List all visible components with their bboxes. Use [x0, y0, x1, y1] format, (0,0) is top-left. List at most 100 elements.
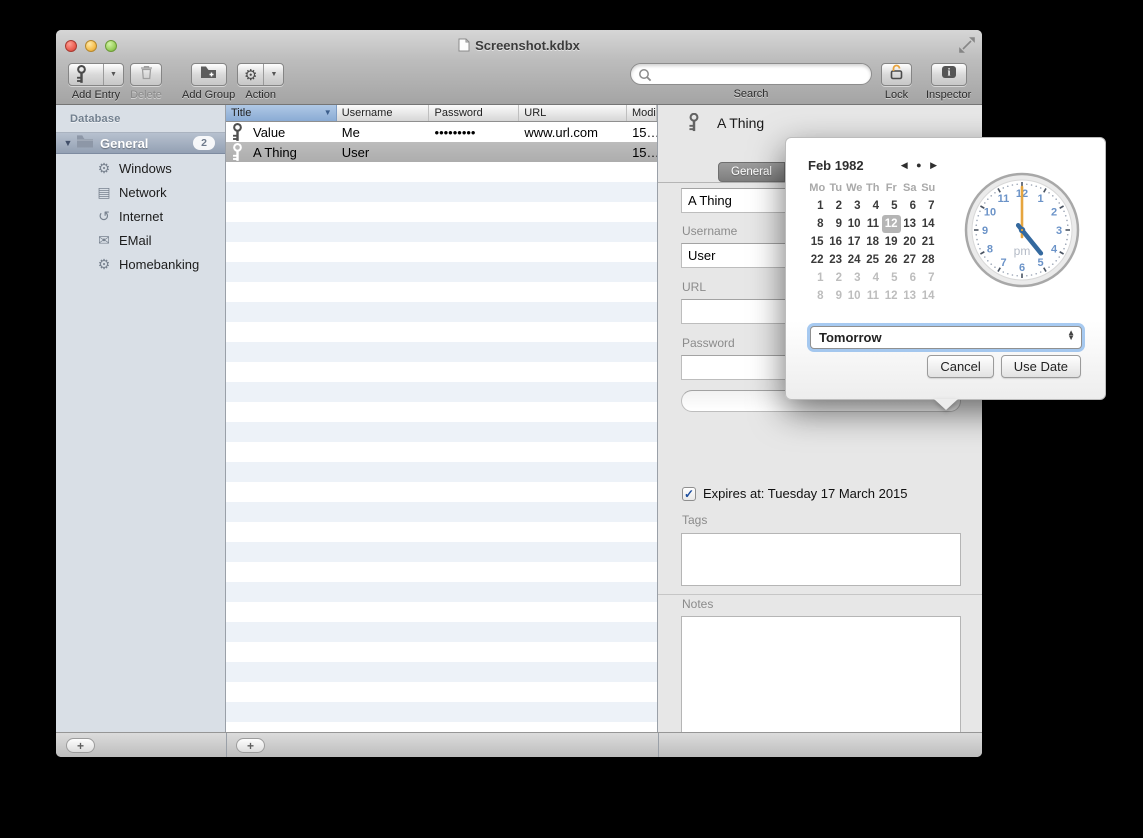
chevron-down-icon[interactable]: ▼: [263, 64, 283, 85]
cell-modified: 15…: [627, 125, 657, 140]
calendar-day[interactable]: 20: [901, 233, 920, 251]
sidebar-item-homebanking[interactable]: ⚙Homebanking: [56, 252, 225, 276]
expires-checkbox[interactable]: ✓: [682, 487, 696, 501]
add-group-label: Add Group: [182, 89, 235, 101]
key-icon: [231, 123, 244, 142]
action-button[interactable]: ⚙ ▼: [237, 63, 284, 86]
calendar-day[interactable]: 11: [864, 215, 883, 233]
calendar-day[interactable]: 26: [882, 251, 901, 269]
calendar-day[interactable]: 4: [864, 269, 883, 287]
fullscreen-icon[interactable]: [958, 36, 976, 54]
calendar-day[interactable]: 9: [827, 287, 846, 305]
delete-label: Delete: [130, 89, 162, 101]
calendar-day[interactable]: 13: [901, 215, 920, 233]
calendar-day[interactable]: 25: [864, 251, 883, 269]
calendar-day[interactable]: 8: [808, 287, 827, 305]
disclosure-triangle-icon[interactable]: ▼: [60, 138, 76, 148]
column-header-username[interactable]: Username: [337, 105, 430, 121]
calendar-day[interactable]: 10: [845, 215, 864, 233]
add-entry-group: ▼ Add Entry: [68, 63, 124, 101]
calendar-day-header: Su: [919, 179, 938, 197]
calendar-day[interactable]: 7: [919, 197, 938, 215]
calendar-day[interactable]: 3: [845, 269, 864, 287]
tags-input[interactable]: [681, 533, 961, 586]
calendar-day[interactable]: 3: [845, 197, 864, 215]
calendar-day-selected[interactable]: 12: [882, 215, 901, 233]
divider: [658, 733, 659, 757]
calendar-day[interactable]: 18: [864, 233, 883, 251]
calendar-day[interactable]: 28: [919, 251, 938, 269]
folder-icon: [76, 134, 94, 153]
calendar-day[interactable]: 4: [864, 197, 883, 215]
calendar-nav[interactable]: ◀ ● ▶: [901, 160, 940, 171]
svg-text:11: 11: [998, 193, 1010, 205]
calendar-day[interactable]: 1: [808, 269, 827, 287]
search-input[interactable]: [655, 66, 860, 82]
calendar-day[interactable]: 9: [827, 215, 846, 233]
calendar-day[interactable]: 21: [919, 233, 938, 251]
search-label: Search: [734, 88, 769, 100]
calendar-day[interactable]: 22: [808, 251, 827, 269]
username-label: Username: [682, 224, 737, 238]
search-field[interactable]: [630, 63, 872, 85]
cancel-button[interactable]: Cancel: [927, 355, 993, 378]
empty-row: [226, 202, 657, 222]
calendar-day[interactable]: 7: [919, 269, 938, 287]
calendar: Feb 1982 ◀ ● ▶ MoTuWeThFrSaSu12345678910…: [808, 156, 940, 305]
lock-button[interactable]: [881, 63, 912, 86]
calendar-day[interactable]: 8: [808, 215, 827, 233]
calendar-day[interactable]: 16: [827, 233, 846, 251]
calendar-day[interactable]: 14: [919, 215, 938, 233]
calendar-day[interactable]: 14: [919, 287, 938, 305]
add-group-plus-button[interactable]: +: [66, 738, 95, 753]
calendar-day-header: Tu: [827, 179, 846, 197]
column-header-modi[interactable]: Modi…: [627, 105, 657, 121]
folder-plus-icon: [200, 65, 217, 84]
calendar-day[interactable]: 6: [901, 269, 920, 287]
calendar-day[interactable]: 19: [882, 233, 901, 251]
url-label: URL: [682, 280, 706, 294]
delete-group: Delete: [130, 63, 162, 101]
calendar-day[interactable]: 24: [845, 251, 864, 269]
calendar-day[interactable]: 15: [808, 233, 827, 251]
calendar-day[interactable]: 2: [827, 197, 846, 215]
calendar-day[interactable]: 23: [827, 251, 846, 269]
calendar-day[interactable]: 11: [864, 287, 883, 305]
delete-button[interactable]: [130, 63, 162, 86]
calendar-day[interactable]: 5: [882, 269, 901, 287]
empty-row: [226, 402, 657, 422]
calendar-day[interactable]: 2: [827, 269, 846, 287]
add-entry-label: Add Entry: [72, 89, 120, 101]
calendar-day[interactable]: 17: [845, 233, 864, 251]
add-entry-button[interactable]: ▼: [68, 63, 124, 86]
add-group-button[interactable]: [191, 63, 227, 86]
sidebar-item-network[interactable]: ▤Network: [56, 180, 225, 204]
table-row[interactable]: ValueMe•••••••••www.url.com15…: [226, 122, 657, 142]
calendar-day[interactable]: 1: [808, 197, 827, 215]
date-preset-dropdown[interactable]: Tomorrow ▲▼: [810, 326, 1082, 349]
column-header-password[interactable]: Password: [429, 105, 519, 121]
calendar-day[interactable]: 27: [901, 251, 920, 269]
sidebar-item-windows[interactable]: ⚙Windows: [56, 156, 225, 180]
calendar-day[interactable]: 12: [882, 287, 901, 305]
svg-text:i: i: [947, 68, 950, 79]
table-row[interactable]: A ThingUser15…: [226, 142, 657, 162]
sidebar-item-internet[interactable]: ↺Internet: [56, 204, 225, 228]
sidebar-item-email[interactable]: ✉EMail: [56, 228, 225, 252]
add-entry-plus-button[interactable]: +: [236, 738, 265, 753]
empty-row: [226, 722, 657, 732]
calendar-day[interactable]: 6: [901, 197, 920, 215]
column-header-title[interactable]: Title▼: [226, 105, 337, 121]
expires-label: Expires at: Tuesday 17 March 2015: [703, 486, 908, 501]
calendar-day[interactable]: 13: [901, 287, 920, 305]
svg-text:6: 6: [1019, 262, 1025, 274]
sidebar-group-general[interactable]: ▼ General 2: [56, 132, 225, 154]
svg-text:8: 8: [987, 244, 993, 256]
use-date-button[interactable]: Use Date: [1001, 355, 1081, 378]
inspector-button[interactable]: i: [931, 63, 967, 86]
calendar-day[interactable]: 5: [882, 197, 901, 215]
column-header-url[interactable]: URL: [519, 105, 627, 121]
calendar-day[interactable]: 10: [845, 287, 864, 305]
tab-general[interactable]: General: [718, 162, 785, 182]
chevron-down-icon[interactable]: ▼: [103, 64, 123, 85]
